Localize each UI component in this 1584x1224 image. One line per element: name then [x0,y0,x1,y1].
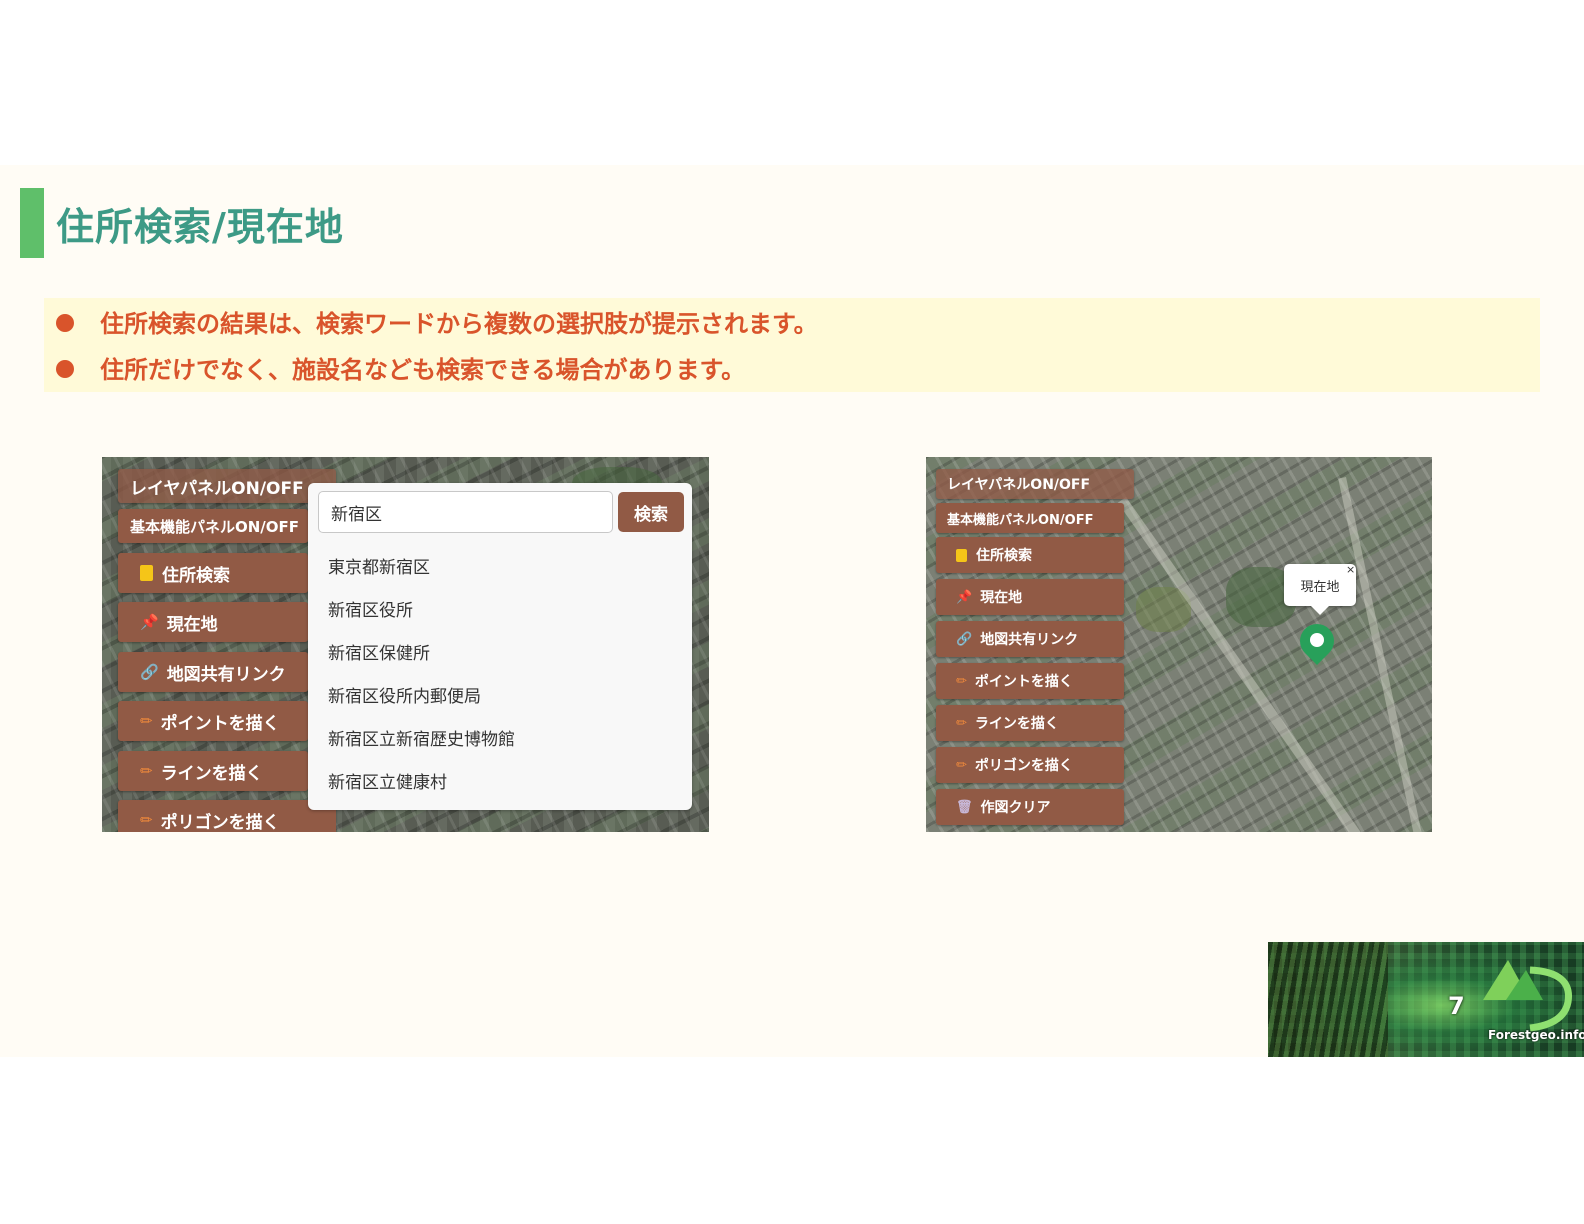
pushpin-icon: 📌 [956,589,973,605]
search-result-item[interactable]: 新宿区立新宿歴史博物館 [328,725,515,750]
current-location-screenshot: レイヤパネルON/OFF 基本機能パネルON/OFF 住所検索 📌 現在地 🔗 地図… [926,457,1432,832]
draw-line-button[interactable]: ✏ ラインを描く [118,751,308,791]
location-marker-dot [1310,633,1324,647]
draw-polygon-button[interactable]: ✏ ポリゴンを描く [118,800,336,832]
title-accent-bar [20,188,44,258]
popup-tip [1310,605,1330,615]
bullet-item: 住所だけでなく、施設名なども検索できる場合があります。 [56,350,745,385]
pencil-icon: ✏ [956,757,967,773]
pencil-icon: ✏ [956,715,967,731]
map-share-link-button[interactable]: 🔗 地図共有リンク [936,621,1124,657]
search-result-item[interactable]: 新宿区役所内郵便局 [328,682,481,707]
current-location-button[interactable]: 📌 現在地 [118,602,308,642]
map-share-link-button[interactable]: 🔗 地図共有リンク [118,652,308,692]
current-location-button[interactable]: 📌 現在地 [936,579,1124,615]
search-result-item[interactable]: 新宿区保健所 [328,639,430,664]
search-result-item[interactable]: 新宿区役所 [328,596,413,621]
search-panel: 検索 東京都新宿区 新宿区役所 新宿区保健所 新宿区役所内郵便局 新宿区立新宿歴… [308,483,692,810]
basic-panel-toggle-button[interactable]: 基本機能パネルON/OFF [936,503,1124,533]
bullet-item: 住所検索の結果は、検索ワードから複数の選択肢が提示されます。 [56,304,818,339]
page-number: 7 [1448,992,1465,1020]
address-search-screenshot: レイヤパネルON/OFF 基本機能パネルON/OFF 住所検索 📌 現在地 🔗 地図… [102,457,709,832]
pushpin-icon: 📌 [140,612,159,631]
address-search-button[interactable]: 住所検索 [118,553,308,593]
notebook-icon [140,565,153,581]
draw-point-button[interactable]: ✏ ポイントを描く [118,701,308,741]
clear-drawing-button[interactable]: 🗑 作図クリア [936,789,1124,825]
slide-title: 住所検索/現在地 [56,205,344,249]
link-icon: 🔗 [140,662,159,681]
search-result-item[interactable]: 東京都新宿区 [328,553,430,578]
draw-point-button[interactable]: ✏ ポイントを描く [936,663,1124,699]
draw-line-button[interactable]: ✏ ラインを描く [936,705,1124,741]
popup-close-button[interactable]: × [1346,563,1355,576]
bullet-dot-icon [56,360,74,378]
bullet-box: 住所検索の結果は、検索ワードから複数の選択肢が提示されます。 住所だけでなく、施… [44,298,1540,392]
forestgeo-logo: 7 Forestgeo.info [1268,942,1584,1057]
layer-panel-toggle-button[interactable]: レイヤパネルON/OFF [936,469,1134,499]
wastebasket-icon: 🗑 [956,799,973,815]
notebook-icon [956,548,967,562]
search-result-item[interactable]: 新宿区立健康村 [328,768,447,793]
link-icon: 🔗 [956,631,973,647]
search-input[interactable] [318,491,613,533]
pencil-icon: ✏ [140,761,153,780]
logo-text: Forestgeo.info [1488,1028,1584,1042]
pencil-icon: ✏ [140,711,153,730]
pencil-icon: ✏ [140,810,153,829]
basic-panel-toggle-button[interactable]: 基本機能パネルON/OFF [118,509,308,543]
search-button[interactable]: 検索 [618,492,684,532]
address-search-button[interactable]: 住所検索 [936,537,1124,573]
layer-panel-toggle-button[interactable]: レイヤパネルON/OFF [118,469,336,503]
draw-polygon-button[interactable]: ✏ ポリゴンを描く [936,747,1124,783]
pencil-icon: ✏ [956,673,967,689]
bullet-dot-icon [56,314,74,332]
